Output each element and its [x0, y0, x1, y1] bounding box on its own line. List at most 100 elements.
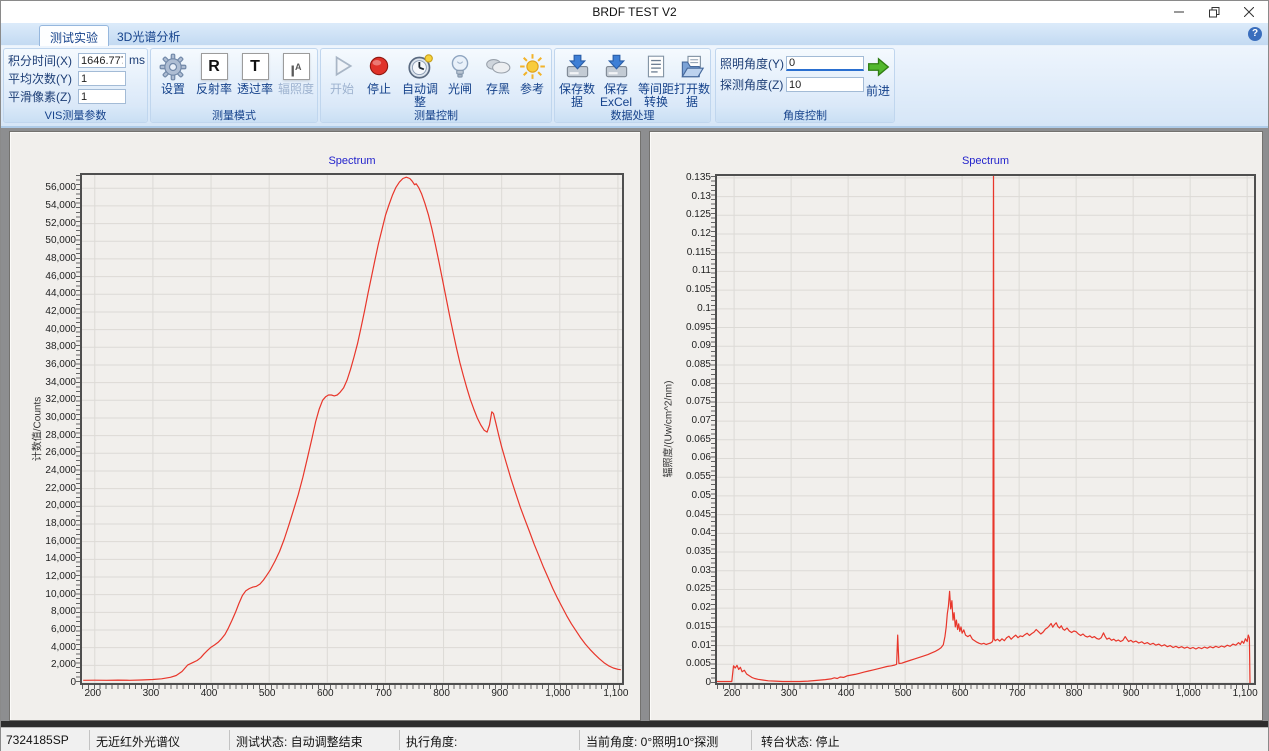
- group-caption: 角度控制: [716, 107, 894, 122]
- x-tick-label: 900: [1106, 688, 1156, 699]
- x-tick-label: 1,000: [533, 688, 583, 699]
- y-tick-label: 0.065: [655, 434, 711, 445]
- y-tick-label: 0.105: [655, 284, 711, 295]
- x-tick-label: 500: [242, 688, 292, 699]
- irradiance-plot: [715, 174, 1256, 685]
- detection-angle-input[interactable]: [786, 77, 864, 92]
- save-excel-button[interactable]: 保存ExCel: [597, 52, 635, 108]
- title-bar: BRDF TEST V2: [1, 1, 1268, 23]
- app-window: BRDF TEST V2 测试实验 3D光谱分析 ? 积分时间(X)ms 平均次…: [0, 0, 1269, 751]
- y-tick-label: 22,000: [20, 483, 76, 494]
- group-measure-control: 开始 停止: [320, 48, 552, 123]
- close-button[interactable]: [1232, 1, 1266, 23]
- x-tick-label: 600: [300, 688, 350, 699]
- document-lines-icon: [636, 53, 676, 83]
- irradiance-button[interactable]: IA 辐照度: [275, 52, 317, 108]
- x-tick-label: 300: [126, 688, 176, 699]
- y-tick-label: 0.115: [655, 247, 711, 258]
- minimize-icon: [1174, 7, 1184, 17]
- y-tick-label: 0.025: [655, 583, 711, 594]
- status-bar: 7324185SP 无近红外光谱仪 测试状态: 自动调整结束 执行角度: 当前角…: [1, 727, 1268, 751]
- save-data-button[interactable]: 保存数据: [558, 52, 596, 108]
- help-icon[interactable]: ?: [1248, 27, 1262, 41]
- y-tick-label: 0.045: [655, 509, 711, 520]
- illumination-angle-input[interactable]: [786, 56, 864, 71]
- y-tick-label: 26,000: [20, 447, 76, 458]
- x-tick-label: 200: [707, 688, 757, 699]
- y-tick-label: 0.085: [655, 359, 711, 370]
- play-icon: [324, 53, 360, 83]
- y-tick-label: 0.11: [655, 265, 711, 276]
- detection-angle-field: 探测角度(Z): [720, 76, 864, 94]
- transmittance-button[interactable]: T 透过率: [235, 52, 275, 108]
- chart-title: Spectrum: [715, 155, 1256, 167]
- y-tick-label: 0.1: [655, 303, 711, 314]
- average-count-input[interactable]: [78, 71, 126, 86]
- y-tick-label: 0.005: [655, 658, 711, 669]
- status-test-state: 测试状态: 自动调整结束: [236, 733, 363, 750]
- y-tick-label: 44,000: [20, 288, 76, 299]
- chart-area: Spectrum 计数值/Counts 02,0004,0006,0008,00…: [1, 128, 1268, 727]
- settings-button[interactable]: 设置: [155, 52, 191, 108]
- restore-button[interactable]: [1197, 1, 1231, 23]
- y-tick-label: 0.08: [655, 378, 711, 389]
- timer-clock-icon: [399, 53, 441, 83]
- status-device-id: 7324185SP: [6, 733, 69, 747]
- tab-bar: 测试实验 3D光谱分析 ?: [1, 23, 1268, 46]
- y-tick-label: 56,000: [20, 182, 76, 193]
- status-current-angle: 当前角度: 0°照明10°探测: [586, 733, 718, 750]
- advance-button[interactable]: 前进: [862, 54, 894, 110]
- status-turntable-state: 转台状态: 停止: [761, 733, 840, 750]
- group-caption: 数据处理: [555, 107, 710, 122]
- x-tick-label: 1,100: [1220, 688, 1269, 699]
- y-tick-label: 0.04: [655, 527, 711, 538]
- group-caption: 测量模式: [151, 107, 317, 122]
- group-data-processing: 保存数据 保存ExCel: [554, 48, 711, 123]
- integration-time-input[interactable]: [78, 53, 126, 68]
- y-tick-label: 6,000: [20, 624, 76, 635]
- minimize-button[interactable]: [1162, 1, 1196, 23]
- tab-3d-spectrum-analysis[interactable]: 3D光谱分析: [107, 25, 190, 46]
- ribbon: 积分时间(X)ms 平均次数(Y) 平滑像素(Z) VIS测量参数: [1, 46, 1268, 128]
- gear-icon: [155, 53, 191, 83]
- y-tick-label: 0.09: [655, 340, 711, 351]
- open-data-button[interactable]: 打开数据: [673, 52, 711, 108]
- y-tick-label: 0.01: [655, 640, 711, 651]
- smooth-pixel-input[interactable]: [78, 89, 126, 104]
- x-tick-label: 1,100: [591, 688, 641, 699]
- x-tick-label: 700: [992, 688, 1042, 699]
- status-separator: [89, 730, 90, 750]
- chart-title: Spectrum: [80, 155, 624, 167]
- irradiance-ia-icon: IA: [275, 53, 317, 83]
- y-tick-label: 14,000: [20, 553, 76, 564]
- tab-test-experiment[interactable]: 测试实验: [39, 25, 109, 46]
- reference-button[interactable]: 参考: [514, 52, 550, 108]
- restore-icon: [1209, 7, 1220, 18]
- shutter-button[interactable]: 光闸: [442, 52, 478, 108]
- start-button[interactable]: 开始: [324, 52, 360, 108]
- status-exec-angle: 执行角度:: [406, 733, 457, 750]
- y-tick-label: 0.02: [655, 602, 711, 613]
- store-dark-button[interactable]: 存黑: [479, 52, 517, 108]
- status-device-type: 无近红外光谱仪: [96, 733, 180, 750]
- y-tick-label: 40,000: [20, 324, 76, 335]
- y-tick-label: 48,000: [20, 253, 76, 264]
- auto-adjust-button[interactable]: 自动调整: [399, 52, 441, 108]
- y-tick-label: 34,000: [20, 377, 76, 388]
- y-tick-label: 0.07: [655, 415, 711, 426]
- group-caption: VIS测量参数: [4, 107, 147, 122]
- transmittance-t-icon: T: [235, 53, 275, 83]
- integration-time-field: 积分时间(X)ms: [8, 52, 145, 70]
- y-tick-label: 30,000: [20, 412, 76, 423]
- equal-interval-convert-button[interactable]: 等间距转换: [636, 52, 676, 108]
- x-tick-label: 600: [935, 688, 985, 699]
- y-tick-label: 0.03: [655, 565, 711, 576]
- reflectance-button[interactable]: R 反射率: [194, 52, 234, 108]
- save-excel-icon: [597, 53, 635, 83]
- y-tick-label: 0.095: [655, 322, 711, 333]
- y-tick-label: 16,000: [20, 536, 76, 547]
- x-tick-label: 800: [417, 688, 467, 699]
- stop-button[interactable]: 停止: [361, 52, 397, 108]
- y-tick-label: 24,000: [20, 465, 76, 476]
- y-tick-label: 2,000: [20, 659, 76, 670]
